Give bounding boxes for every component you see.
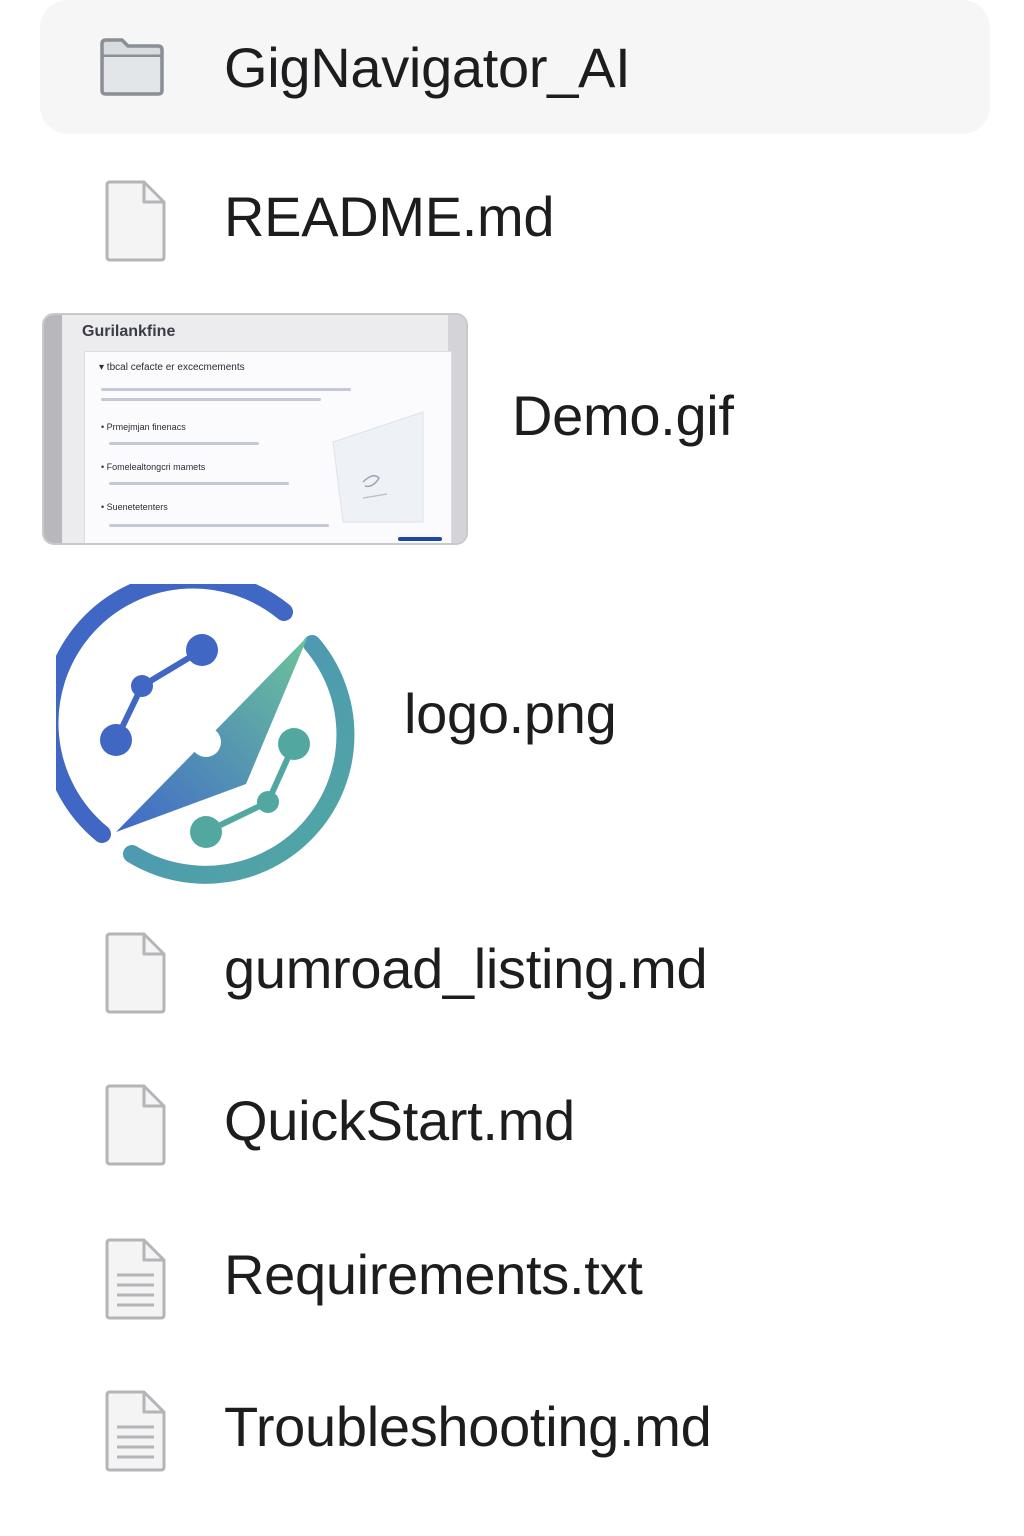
file-row-logo-png[interactable]: logo.png [40,570,990,900]
thumbnail-progress-bar [398,537,442,541]
file-row-quickstart[interactable]: QuickStart.md [40,1068,990,1178]
thumbnail-bullet: • Suenetetenters [101,502,168,512]
file-row-gumroad-listing[interactable]: gumroad_listing.md [40,916,990,1026]
thumbnail-text-line [101,398,321,401]
thumbnail-bullet: • Prmejmjan finenacs [101,422,186,432]
file-row-requirements[interactable]: Requirements.txt [40,1222,990,1332]
file-row-gignavigator-folder[interactable]: GigNavigator_AI [40,0,990,134]
thumbnail-section-title: ▾ tbcal cefacte er excecmements [99,362,245,373]
blank-document-icon [102,179,168,268]
file-name: Requirements.txt [224,1243,643,1306]
thumbnail-bullet: • Fomelealtongcri mamets [101,462,206,472]
gif-thumbnail: Gurilankfine ▾ tbcal cefacte er excecmem… [42,313,468,545]
file-name: gumroad_listing.md [224,937,708,1000]
blank-document-icon [102,931,168,1020]
thumbnail-panel: ▾ tbcal cefacte er excecmements • Prmejm… [84,351,452,543]
thumbnail-text-line [109,482,289,485]
file-name: GigNavigator_AI [224,36,631,99]
file-name: Demo.gif [512,384,734,447]
file-row-demo-gif[interactable]: Gurilankfine ▾ tbcal cefacte er excecmem… [40,312,990,548]
text-document-icon [102,1237,168,1326]
thumbnail-text-line [109,524,329,527]
folder-icon [98,36,166,101]
text-document-icon [102,1389,168,1478]
compass-logo-icon [40,570,356,894]
file-name: QuickStart.md [224,1089,575,1152]
file-name: README.md [224,185,555,248]
thumbnail-title: Gurilankfine [82,323,176,340]
thumbnail-text-line [109,442,259,445]
thumbnail-text-line [101,388,351,391]
file-list: GigNavigator_AI README.md Gurilankfine ▾… [0,0,1024,1536]
thumbnail-decoration [332,411,424,523]
blank-document-icon [102,1083,168,1172]
file-row-troubleshooting[interactable]: Troubleshooting.md [40,1374,990,1484]
file-name: logo.png [404,682,617,745]
file-row-readme[interactable]: README.md [40,164,990,274]
thumbnail-left-bar [44,315,62,543]
file-name: Troubleshooting.md [224,1395,712,1458]
